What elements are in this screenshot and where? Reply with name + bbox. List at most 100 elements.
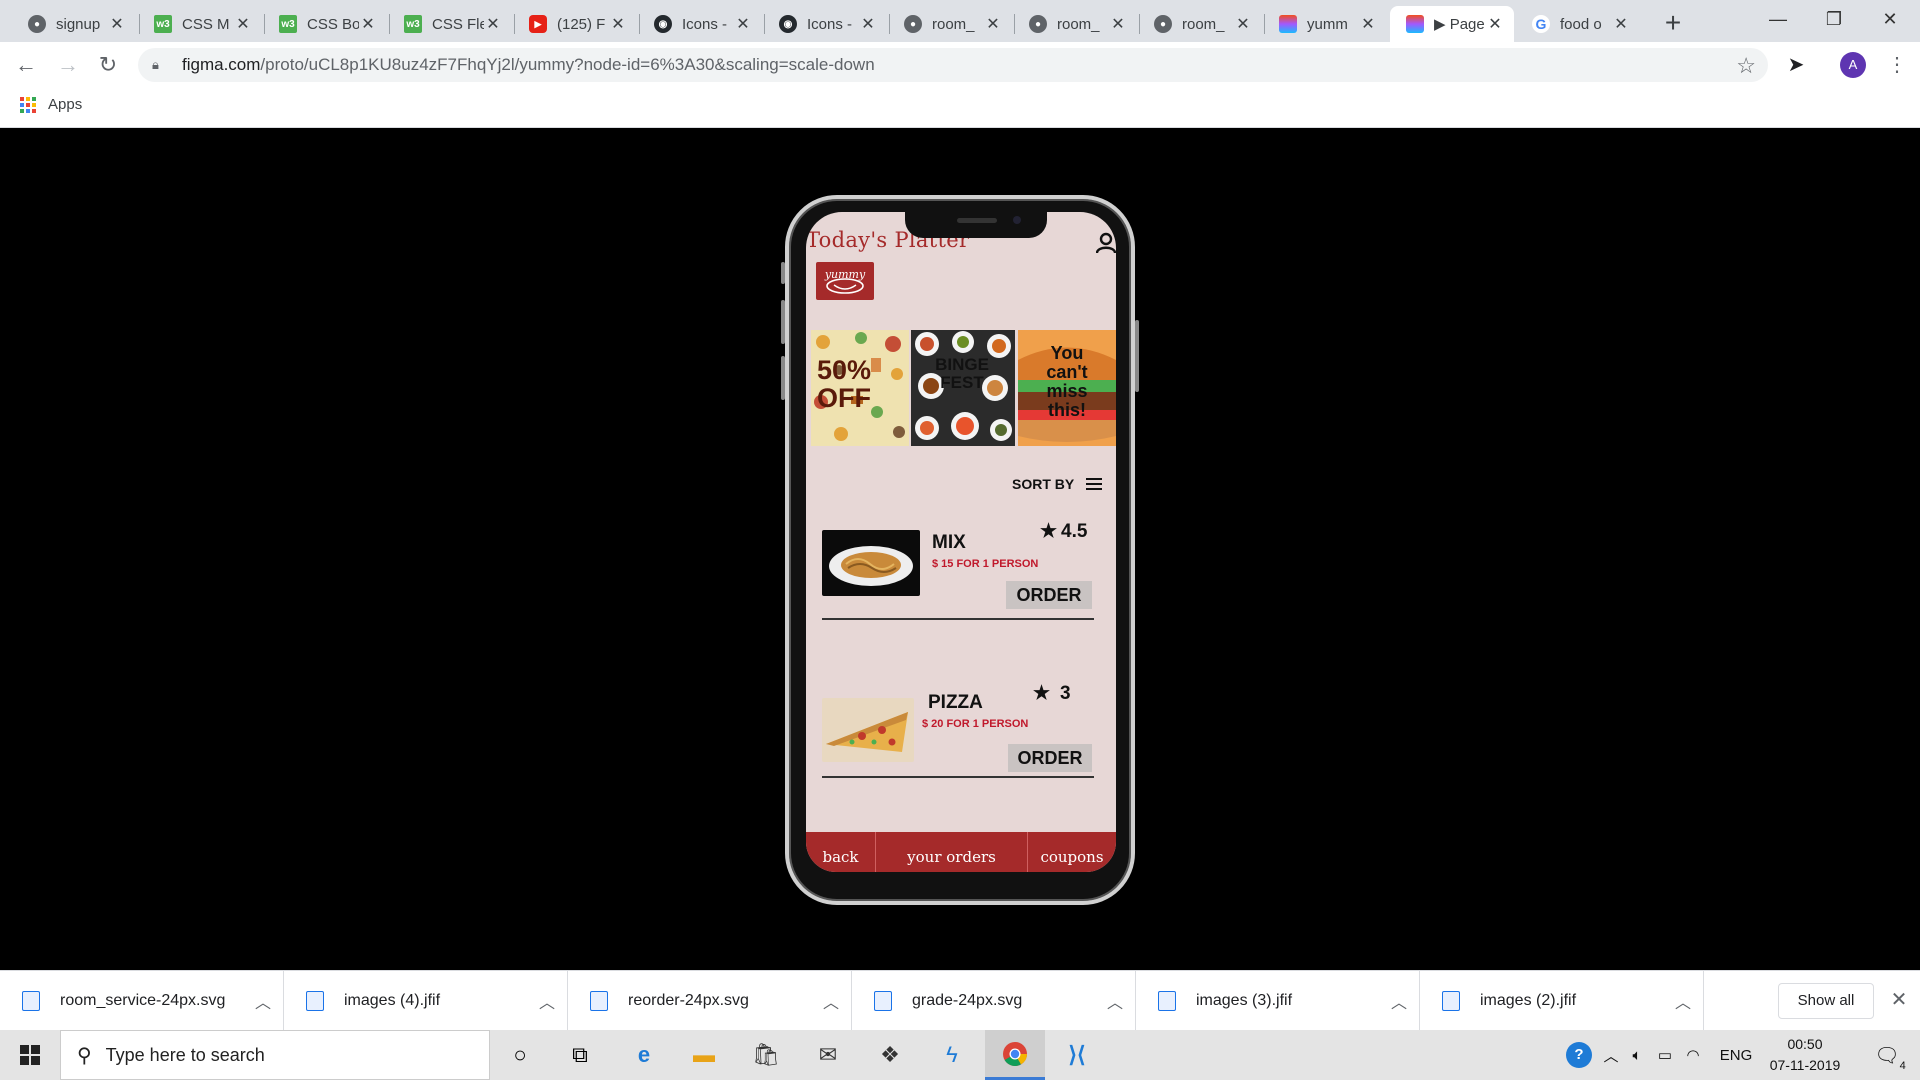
browser-tab[interactable]: w3 CSS Fle ✕	[388, 6, 512, 42]
language-indicator[interactable]: ENG	[1714, 1030, 1758, 1080]
phone-side-button	[1135, 320, 1139, 392]
profile-avatar[interactable]: A	[1840, 52, 1866, 78]
chrome-icon[interactable]	[985, 1030, 1045, 1080]
minimize-button[interactable]: —	[1750, 0, 1806, 40]
close-tab-icon[interactable]: ✕	[859, 14, 877, 34]
cortana-icon[interactable]: ○	[490, 1030, 550, 1080]
close-icon[interactable]: ✕	[1884, 985, 1914, 1015]
download-item[interactable]: images (2).jfif ︿	[1420, 971, 1704, 1031]
notification-center[interactable]: 🗨︎ 4	[1862, 1030, 1912, 1080]
close-tab-icon[interactable]: ✕	[1359, 14, 1377, 34]
browser-tab[interactable]: G food o ✕	[1516, 6, 1640, 42]
browser-tab[interactable]: ● room_ ✕	[1138, 6, 1262, 42]
download-filename: images (2).jfif	[1480, 992, 1577, 1009]
chevron-up-icon[interactable]: ︿	[1095, 989, 1135, 1013]
close-tab-icon[interactable]: ✕	[1234, 14, 1252, 34]
close-tab-icon[interactable]: ✕	[1109, 14, 1127, 34]
browser-tab[interactable]: ● room_ ✕	[888, 6, 1012, 42]
mail-icon[interactable]: ✉	[798, 1030, 858, 1080]
address-bar[interactable]: 🔒︎ figma.com/proto/uCL8p1KU8uz4zF7FhqYj2…	[138, 48, 1768, 82]
close-tab-icon[interactable]: ✕	[984, 14, 1002, 34]
browser-tab[interactable]: yumm ✕	[1263, 6, 1387, 42]
search-icon: ⚲	[77, 1044, 92, 1067]
start-button[interactable]	[0, 1030, 60, 1080]
help-icon[interactable]: ?	[1562, 1030, 1596, 1080]
back-arrow-icon[interactable]: ←	[10, 50, 42, 82]
close-tab-icon[interactable]: ✕	[734, 14, 752, 34]
chevron-up-icon[interactable]: ︿	[1379, 989, 1419, 1013]
reorder-icon	[1086, 478, 1103, 490]
wifi-icon[interactable]: ◠	[1680, 1030, 1706, 1080]
file-explorer-icon[interactable]: ▬	[674, 1030, 734, 1080]
notification-count: 4	[1899, 1059, 1906, 1072]
banner-text: 50% OFF	[817, 355, 872, 414]
download-item[interactable]: reorder-24px.svg ︿	[568, 971, 852, 1031]
download-item[interactable]: images (3).jfif ︿	[1136, 971, 1420, 1031]
edge-icon[interactable]: e	[614, 1030, 674, 1080]
forward-arrow-icon[interactable]: →	[52, 50, 84, 82]
close-window-button[interactable]: ✕	[1862, 0, 1918, 40]
download-item[interactable]: grade-24px.svg ︿	[852, 971, 1136, 1031]
nav-back[interactable]: back	[806, 832, 876, 872]
extension-cursor-icon[interactable]: ➤	[1780, 50, 1812, 82]
offer-banner[interactable]: 50% OFF	[811, 330, 909, 446]
browser-tab-active[interactable]: ▶ Page ✕	[1390, 6, 1514, 42]
browser-tab[interactable]: ▶ (125) F ✕	[513, 6, 637, 42]
close-tab-icon[interactable]: ✕	[359, 14, 377, 34]
download-filename: images (4).jfif	[344, 992, 441, 1009]
google-icon: G	[1532, 15, 1550, 33]
browser-tab[interactable]: w3 CSS M ✕	[138, 6, 262, 42]
search-placeholder: Type here to search	[105, 1044, 265, 1065]
file-icon	[306, 991, 324, 1011]
download-item[interactable]: images (4).jfif ︿	[284, 971, 568, 1031]
chevron-up-icon[interactable]: ︿	[811, 989, 851, 1013]
close-tab-icon[interactable]: ✕	[234, 14, 252, 34]
restore-button[interactable]: ❐	[1806, 0, 1862, 40]
figma-icon	[1279, 15, 1297, 33]
browser-tab[interactable]: ● signup ✕	[12, 6, 136, 42]
close-tab-icon[interactable]: ✕	[108, 14, 126, 34]
close-tab-icon[interactable]: ✕	[484, 14, 502, 34]
show-all-button[interactable]: Show all	[1778, 983, 1874, 1019]
sourcetree-icon[interactable]: ϟ	[922, 1030, 982, 1080]
person-icon[interactable]	[1096, 232, 1116, 254]
taskbar-search-box[interactable]: ⚲ Type here to search	[60, 1030, 490, 1080]
tab-title: room_	[932, 15, 975, 33]
browser-tab[interactable]: ◉ Icons - ✕	[763, 6, 887, 42]
volume-icon[interactable]: 🔈︎	[1624, 1030, 1650, 1080]
sort-by-control[interactable]: SORT BY	[1012, 476, 1103, 492]
close-tab-icon[interactable]: ✕	[1612, 14, 1630, 34]
banner-text: You can't miss this!	[1046, 343, 1088, 420]
kebab-menu-icon[interactable]: ⋮	[1885, 50, 1909, 82]
browser-tab[interactable]: w3 CSS Bo ✕	[263, 6, 387, 42]
task-view-icon[interactable]: ⧉	[550, 1030, 610, 1080]
globe-icon: ●	[1029, 15, 1047, 33]
system-clock[interactable]: 00:50 07-11-2019	[1762, 1034, 1848, 1076]
download-item[interactable]: room_service-24px.svg ︿	[0, 971, 284, 1031]
store-icon[interactable]: 🛍︎	[736, 1030, 796, 1080]
nav-coupons[interactable]: coupons	[1028, 832, 1116, 872]
offer-banner[interactable]: BINGE FEST	[911, 330, 1015, 446]
tab-title: yumm	[1307, 15, 1348, 33]
dropbox-icon[interactable]: ❖	[860, 1030, 920, 1080]
reload-icon[interactable]: ↻	[92, 50, 124, 82]
tray-chevron-icon[interactable]: ︿	[1600, 1030, 1622, 1080]
pizza-image	[822, 698, 914, 762]
vscode-icon[interactable]: ⟩⟨	[1047, 1030, 1107, 1080]
order-button[interactable]: ORDER	[1006, 581, 1092, 609]
close-tab-icon[interactable]: ✕	[1486, 14, 1504, 34]
chevron-up-icon[interactable]: ︿	[527, 989, 567, 1013]
nav-your-orders[interactable]: your orders	[876, 832, 1028, 872]
chevron-up-icon[interactable]: ︿	[243, 989, 283, 1013]
chevron-up-icon[interactable]: ︿	[1663, 989, 1703, 1013]
new-tab-button[interactable]: +	[1655, 6, 1691, 42]
battery-icon[interactable]: ▭	[1652, 1030, 1678, 1080]
apps-shortcut[interactable]: Apps	[20, 96, 82, 113]
close-tab-icon[interactable]: ✕	[609, 14, 627, 34]
browser-tab[interactable]: ● room_ ✕	[1013, 6, 1137, 42]
bookmark-star-icon[interactable]: ☆	[1736, 53, 1756, 79]
item-price: $ 20 FOR 1 PERSON	[922, 718, 1029, 730]
offer-banner[interactable]: You can't miss this!	[1018, 330, 1116, 446]
order-button[interactable]: ORDER	[1008, 744, 1092, 772]
browser-tab[interactable]: ◉ Icons - ✕	[638, 6, 762, 42]
